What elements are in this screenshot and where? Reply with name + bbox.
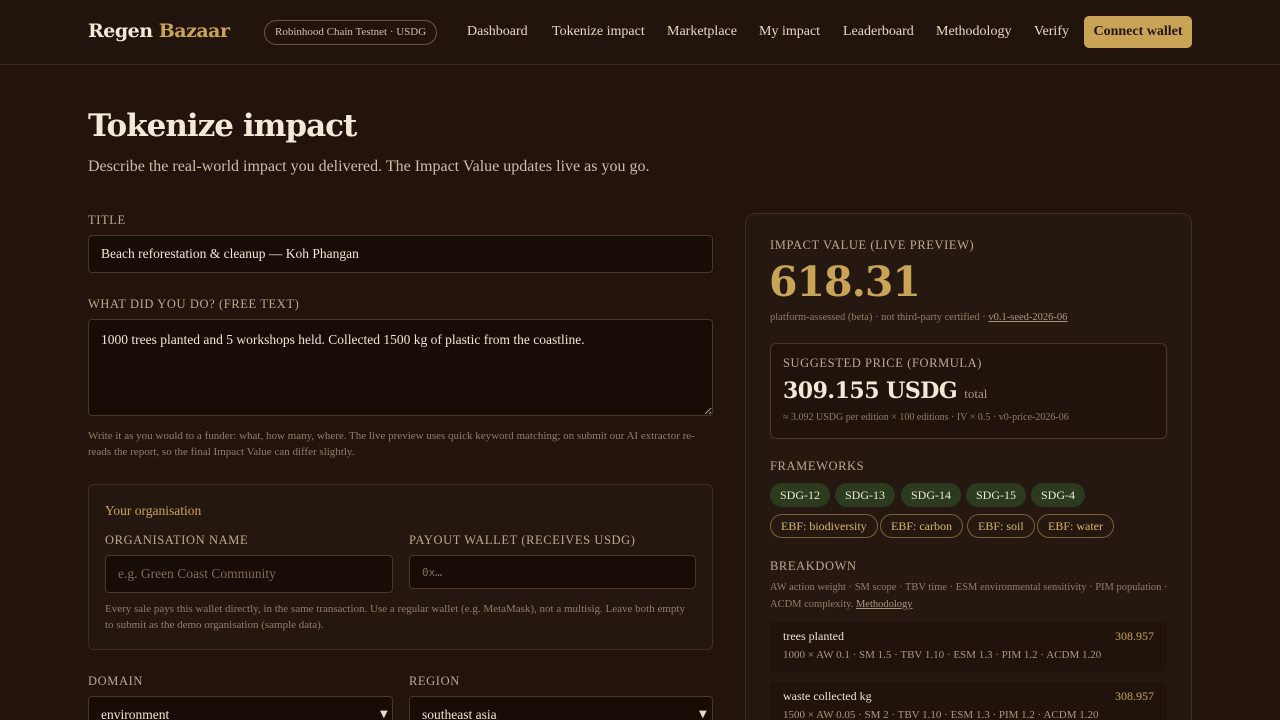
region-label: REGION xyxy=(409,674,460,688)
description-label: WHAT DID YOU DO? (FREE TEXT) xyxy=(88,297,300,311)
frameworks-label: FRAMEWORKS xyxy=(770,459,865,473)
title-label: TITLE xyxy=(88,213,126,227)
framework-chip-ebf-biodiversity: EBF: biodiversity xyxy=(770,514,878,538)
connect-wallet-button[interactable]: Connect wallet xyxy=(1084,16,1192,48)
network-badge[interactable]: Robinhood Chain Testnet · USDG xyxy=(264,20,438,45)
description-hint: Write it as you would to a funder: what,… xyxy=(88,430,695,458)
org-name-input[interactable] xyxy=(105,555,393,593)
logo[interactable]: Regen Bazaar xyxy=(88,20,230,42)
framework-chip-ebf-carbon: EBF: carbon xyxy=(880,514,963,538)
nav-leaderboard[interactable]: Leaderboard xyxy=(843,24,914,40)
breakdown-label: BREAKDOWN xyxy=(770,559,857,573)
title-input[interactable] xyxy=(88,235,713,273)
framework-chip-ebf-water: EBF: water xyxy=(1037,514,1114,538)
breakdown-row-name: trees planted xyxy=(783,629,844,643)
methodology-version-link[interactable]: v0.1-seed-2026-06 xyxy=(988,312,1067,323)
breakdown-row-name: waste collected kg xyxy=(783,689,872,703)
nav-verify[interactable]: Verify xyxy=(1034,24,1069,40)
page-subtitle: Describe the real-world impact you deliv… xyxy=(88,158,650,175)
nav-tokenize-impact[interactable]: Tokenize impact xyxy=(552,24,645,40)
impact-value-label: IMPACT VALUE (LIVE PREVIEW) xyxy=(770,238,975,252)
breakdown-row-value: 308.957 xyxy=(1115,689,1154,703)
payout-wallet-label: PAYOUT WALLET (RECEIVES USDG) xyxy=(409,533,636,547)
payout-wallet-input[interactable] xyxy=(409,555,696,589)
chevron-down-icon: ▼ xyxy=(699,709,707,720)
breakdown-row-value: 308.957 xyxy=(1115,629,1154,643)
nav-my-impact[interactable]: My impact xyxy=(759,24,820,40)
region-select[interactable]: southeast asia xyxy=(409,696,713,720)
breakdown-row-formula: 1500 × AW 0.05 · SM 2 · TBV 1.10 · ESM 1… xyxy=(783,709,1099,720)
nav-marketplace[interactable]: Marketplace xyxy=(667,24,737,40)
suggested-price-note: ≈ 3.092 USDG per edition × 100 editions … xyxy=(783,412,1069,423)
domain-label: DOMAIN xyxy=(88,674,143,688)
logo-bazaar: Bazaar xyxy=(158,20,230,42)
breakdown-methodology-link[interactable]: Methodology xyxy=(856,599,913,610)
org-name-label: ORGANISATION NAME xyxy=(105,533,249,547)
framework-chip-sdg-13: SDG-13 xyxy=(835,483,896,507)
impact-value: 618.31 xyxy=(769,258,921,306)
framework-chip-sdg-4: SDG-4 xyxy=(1031,483,1086,507)
impact-value-note: platform-assessed (beta) · not third-par… xyxy=(770,312,1067,323)
breakdown-legend: AW action weight · SM scope · TBV time ·… xyxy=(770,582,1168,610)
framework-chip-sdg-12: SDG-12 xyxy=(770,483,831,507)
page-title: Tokenize impact xyxy=(88,108,357,144)
suggested-price-label: SUGGESTED PRICE (FORMULA) xyxy=(783,356,983,370)
nav-dashboard[interactable]: Dashboard xyxy=(467,24,528,40)
domain-select[interactable]: environment xyxy=(88,696,393,720)
suggested-price-value: 309.155 USDG total xyxy=(783,378,987,404)
breakdown-row-formula: 1000 × AW 0.1 · SM 1.5 · TBV 1.10 · ESM … xyxy=(783,649,1102,661)
framework-chip-sdg-15: SDG-15 xyxy=(966,483,1027,507)
nav-methodology[interactable]: Methodology xyxy=(936,24,1011,40)
breakdown-description: AW action weight · SM scope · TBV time ·… xyxy=(770,579,1170,613)
logo-regen: Regen xyxy=(88,20,153,42)
chevron-down-icon: ▼ xyxy=(380,709,388,720)
organisation-hint: Every sale pays this wallet directly, in… xyxy=(105,603,685,631)
suggested-price-unit: total xyxy=(964,386,988,401)
region-select-value: southeast asia xyxy=(422,707,497,720)
description-textarea[interactable]: 1000 trees planted and 5 workshops held.… xyxy=(88,319,713,416)
top-navbar: Regen Bazaar Robinhood Chain Testnet · U… xyxy=(0,0,1280,65)
impact-value-disclaimer: platform-assessed (beta) · not third-par… xyxy=(770,312,989,323)
framework-chip-sdg-14: SDG-14 xyxy=(901,483,962,507)
domain-select-value: environment xyxy=(101,707,170,720)
suggested-price-amount: 309.155 USDG xyxy=(783,378,958,404)
organisation-title: Your organisation xyxy=(105,503,202,518)
framework-chip-ebf-soil: EBF: soil xyxy=(967,514,1035,538)
